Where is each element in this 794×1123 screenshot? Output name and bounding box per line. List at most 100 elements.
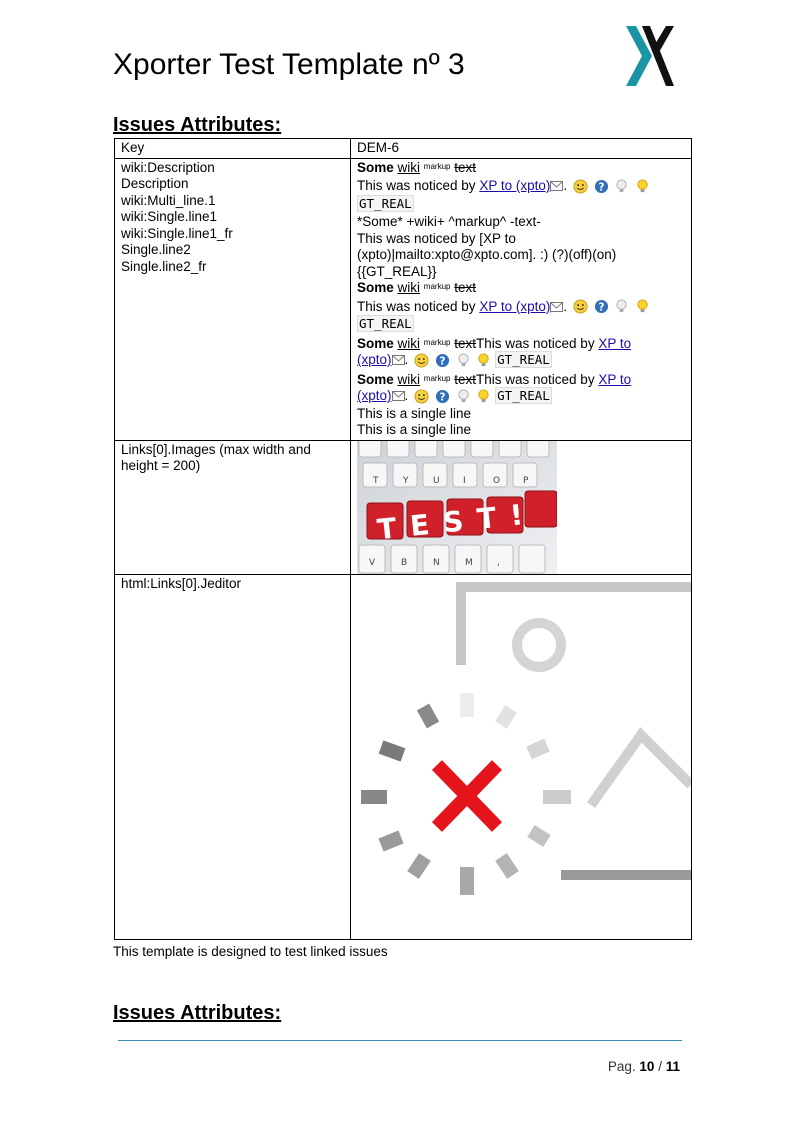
table-row: Links[0].Images (max width and height = … [114, 439, 692, 575]
table-row: wiki:Description Description wiki:Multi_… [114, 157, 692, 441]
svg-text:T: T [372, 476, 379, 486]
smile-icon [414, 389, 429, 404]
mailto-link[interactable]: XP to (xpto) [479, 178, 550, 193]
code-text: GT_REAL [495, 351, 552, 368]
bold-text: Some [357, 159, 394, 175]
image-cell: TYUIOP VBNM, TEST! [350, 439, 692, 575]
code-text: GT_REAL [495, 387, 552, 404]
single-line-rendered: Some wiki markup textThis was noticed by… [357, 336, 685, 353]
table-row: html:Links[0].Jeditor [114, 573, 692, 940]
underline-text: wiki [397, 280, 421, 295]
key-label: Description [121, 176, 189, 191]
total-pages: 11 [665, 1059, 680, 1074]
noticed-text: This was noticed by [476, 335, 599, 351]
svg-text:?: ? [598, 181, 604, 193]
mailto-link[interactable]: (xpto) [357, 388, 392, 403]
footnote-text: This template is designed to test linked… [113, 944, 388, 959]
key-label: Single.line2 [121, 242, 191, 257]
single-line-rendered: Some wiki markup textThis was noticed by… [357, 372, 685, 389]
attributes-table: Key DEM-6 wiki:Description Description w… [114, 138, 692, 940]
svg-text:U: U [433, 476, 440, 486]
key-header: Key [114, 138, 351, 159]
mailto-link[interactable]: XP to [598, 372, 631, 387]
noticed-line: This was noticed by XP to (xpto). ? [357, 178, 685, 195]
svg-text:?: ? [439, 391, 445, 403]
image-cell [350, 573, 692, 940]
key-label: wiki:Single.line1_fr [121, 225, 233, 241]
bulb-on-icon [478, 353, 489, 367]
xporter-logo-icon [626, 26, 674, 86]
strike-text: text [454, 159, 477, 175]
svg-text:?: ? [439, 355, 445, 367]
svg-text:I: I [463, 476, 466, 486]
single-line-rendered-cont: (xpto). ? GT_REAL [357, 387, 552, 404]
bulb-off-icon [457, 389, 469, 403]
key-label: wiki:Description [121, 159, 215, 175]
monospace-line: GT_REAL [357, 194, 685, 213]
bulb-off-icon [457, 353, 469, 367]
bulb-on-icon [637, 299, 648, 313]
footer-rule [118, 1040, 682, 1041]
noticed-text: This was noticed by [476, 371, 599, 387]
bold-text: Some [357, 280, 394, 295]
noticed-text: This was noticed by [357, 298, 480, 314]
svg-text:,: , [497, 558, 500, 568]
superscript-text: markup [423, 337, 451, 347]
strike-text: text [454, 280, 477, 295]
strike-text: text [454, 335, 477, 351]
underline-text: wiki [397, 371, 421, 387]
underline-text: wiki [397, 335, 421, 351]
raw-wiki-line: *Some* +wiki+ ^markup^ -text- [357, 214, 541, 229]
current-page: 10 [639, 1059, 655, 1074]
underline-text: wiki [397, 159, 421, 175]
keyboard-test-image: TYUIOP VBNM, TEST! [357, 440, 557, 574]
question-icon: ? [435, 389, 449, 403]
strike-text: text [454, 371, 477, 387]
section-heading: Issues Attributes: [113, 114, 282, 136]
broken-image-icon [361, 581, 691, 895]
mailto-link[interactable]: (xpto) [357, 352, 392, 367]
smile-icon [573, 179, 588, 194]
bold-text: Some [357, 371, 394, 387]
section-heading: Issues Attributes: [113, 1002, 282, 1024]
bulb-on-icon [478, 389, 489, 403]
smile-icon [573, 299, 588, 314]
svg-text:P: P [523, 476, 529, 486]
mail-icon [550, 181, 564, 192]
raw-wiki-line: {{GT_REAL}} [357, 263, 437, 279]
monospace-line: GT_REAL [357, 315, 685, 333]
document-title: Xporter Test Template nº 3 [113, 48, 465, 81]
page-number: Pag. 10 / 11 [608, 1059, 680, 1074]
svg-text:?: ? [598, 302, 604, 314]
bulb-off-icon [616, 299, 628, 313]
mail-icon [391, 391, 405, 402]
raw-wiki-line: This was noticed by [XP to (xpto)|mailto… [357, 230, 617, 263]
mail-icon [391, 355, 405, 366]
svg-text:V: V [369, 558, 376, 568]
svg-text:O: O [493, 476, 500, 486]
svg-text:M: M [465, 558, 473, 568]
issue-key-header: DEM-6 [350, 138, 692, 159]
key-label: wiki:Single.line1 [121, 209, 218, 224]
code-text: GT_REAL [357, 194, 414, 212]
smile-icon [414, 353, 429, 368]
single-line-rendered-cont: (xpto). ? GT_REAL [357, 351, 552, 368]
value-cell: Some wiki markup text This was noticed b… [350, 157, 692, 441]
superscript-text: markup [423, 373, 451, 383]
bulb-on-icon [637, 179, 648, 193]
bulb-off-icon [616, 179, 628, 193]
svg-text:B: B [401, 558, 407, 568]
code-text: GT_REAL [357, 315, 414, 332]
mailto-link[interactable]: XP to [598, 336, 631, 351]
mail-icon [550, 301, 564, 312]
superscript-text: markup [423, 161, 451, 171]
noticed-line: This was noticed by XP to (xpto). ? [357, 299, 685, 316]
key-cell: wiki:Description Description wiki:Multi_… [114, 157, 351, 441]
question-icon: ? [435, 353, 449, 367]
key-label: Single.line2_fr [121, 258, 207, 274]
noticed-text: This was noticed by [357, 178, 480, 193]
mailto-link[interactable]: XP to (xpto) [479, 299, 550, 314]
wiki-rendered-line: Some wiki markup text [357, 160, 685, 177]
key-cell: html:Links[0].Jeditor [114, 573, 351, 940]
key-label: wiki:Multi_line.1 [121, 192, 216, 208]
